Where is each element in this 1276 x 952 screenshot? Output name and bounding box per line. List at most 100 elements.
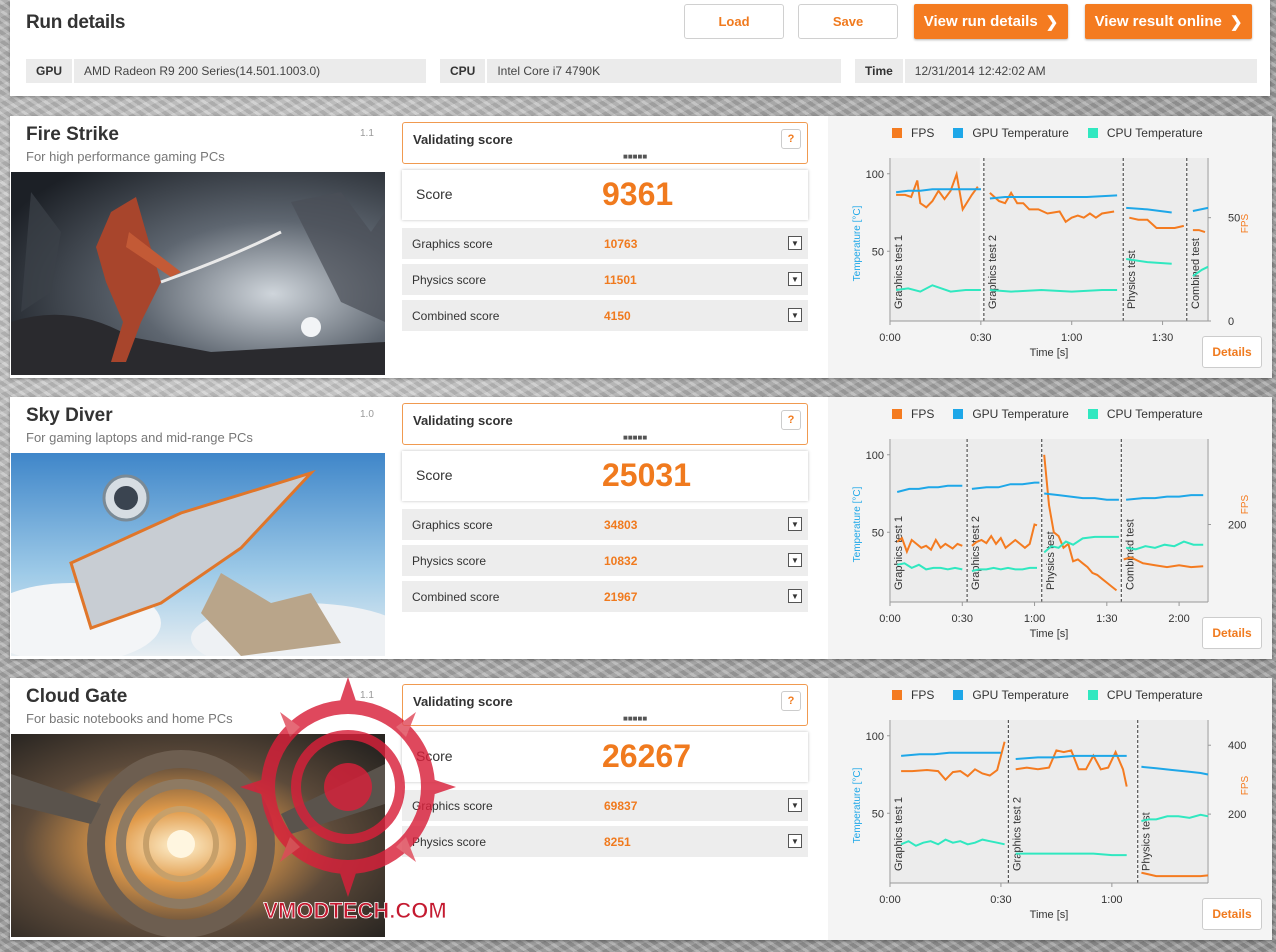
subscore-label: Combined score [412, 590, 500, 604]
save-button[interactable]: Save [798, 4, 898, 39]
monitoring-chart-panel: FPS GPU Temperature CPU Temperature Grap… [828, 397, 1272, 659]
expand-dropdown-icon[interactable]: ▼ [788, 589, 802, 603]
y2-tick-label: 50 [1228, 213, 1240, 225]
subscore-value: 10763 [604, 237, 638, 251]
x-tick-label: 0:00 [879, 613, 900, 625]
validating-score-box: Validating score ? ■■■■■ [402, 403, 808, 445]
y2-tick-label: 400 [1228, 740, 1246, 752]
benchmark-version: 1.0 [360, 409, 374, 420]
physics-score-row[interactable]: Physics score 8251 ▼ [402, 826, 808, 857]
details-button[interactable]: Details [1202, 617, 1262, 649]
overall-score-value: 25031 [602, 457, 691, 493]
overall-score-box: Score 26267 [402, 732, 808, 782]
time-value: 12/31/2014 12:42:02 AM [904, 59, 1257, 83]
cpu-value: Intel Core i7 4790K [487, 59, 842, 83]
progress-dots: ■■■■■ [623, 152, 648, 161]
benchmark-name: Cloud Gate [26, 686, 128, 707]
y-axis-label: Temperature [°C] [852, 486, 863, 562]
cloud-gate-image [11, 734, 385, 937]
y2-tick-label: 200 [1228, 520, 1246, 532]
subscore-value: 69837 [604, 799, 638, 813]
expand-dropdown-icon[interactable]: ▼ [788, 834, 802, 848]
y-tick-label: 50 [872, 527, 884, 539]
benchmark-description: For basic notebooks and home PCs [26, 711, 233, 726]
subscore-label: Graphics score [412, 518, 493, 532]
overall-score-box: Score 25031 [402, 451, 808, 501]
overall-score-value: 9361 [602, 176, 674, 212]
y-tick-label: 50 [872, 808, 884, 820]
validating-label: Validating score [413, 132, 513, 147]
x-tick-label: 0:30 [952, 613, 973, 625]
overall-score-box: Score 9361 [402, 170, 808, 220]
cpu-info: CPU Intel Core i7 4790K [440, 59, 842, 83]
help-button[interactable]: ? [781, 691, 801, 711]
physics-score-row[interactable]: Physics score 11501 ▼ [402, 264, 808, 295]
x-axis-label: Time [s] [1030, 347, 1069, 359]
expand-dropdown-icon[interactable]: ▼ [788, 236, 802, 250]
expand-dropdown-icon[interactable]: ▼ [788, 272, 802, 286]
subscore-label: Physics score [412, 835, 487, 849]
expand-dropdown-icon[interactable]: ▼ [788, 798, 802, 812]
benchmark-name: Fire Strike [26, 124, 119, 145]
segment-label: Graphics test 1 [893, 235, 905, 309]
subscore-label: Graphics score [412, 799, 493, 813]
y-tick-label: 50 [872, 246, 884, 258]
time-label: Time [855, 59, 905, 83]
x-tick-label: 1:00 [1024, 613, 1045, 625]
segment-label: Physics test [1045, 531, 1057, 590]
validating-score-box: Validating score ? ■■■■■ [402, 122, 808, 164]
segment-label: Combined test [1124, 519, 1136, 590]
view-result-online-label: View result online [1094, 13, 1222, 30]
gpu-label: GPU [26, 59, 75, 83]
validating-label: Validating score [413, 694, 513, 709]
monitoring-chart-panel: FPS GPU Temperature CPU Temperature Grap… [828, 116, 1272, 378]
y-tick-label: 100 [866, 731, 884, 743]
details-button[interactable]: Details [1202, 898, 1262, 930]
test-segment-bg [891, 720, 1008, 883]
subscore-value: 4150 [604, 309, 631, 323]
expand-dropdown-icon[interactable]: ▼ [788, 553, 802, 567]
subscore-label: Physics score [412, 273, 487, 287]
validating-label: Validating score [413, 413, 513, 428]
benchmark-name: Sky Diver [26, 405, 113, 426]
expand-dropdown-icon[interactable]: ▼ [788, 517, 802, 531]
view-run-details-button[interactable]: View run details ❯ [914, 4, 1068, 39]
details-button[interactable]: Details [1202, 336, 1262, 368]
help-button[interactable]: ? [781, 129, 801, 149]
subscore-label: Combined score [412, 309, 500, 323]
x-tick-label: 1:00 [1101, 894, 1122, 906]
x-tick-label: 0:30 [970, 332, 991, 344]
graphics-score-row[interactable]: Graphics score 34803 ▼ [402, 509, 808, 540]
test-segment-bg [1009, 720, 1137, 883]
y-axis-label: Temperature [°C] [852, 205, 863, 281]
x-tick-label: 0:30 [990, 894, 1011, 906]
gpu-value: AMD Radeon R9 200 Series(14.501.1003.0) [74, 59, 427, 83]
validating-score-box: Validating score ? ■■■■■ [402, 684, 808, 726]
combined-score-row[interactable]: Combined score 21967 ▼ [402, 581, 808, 612]
y2-axis-label: FPS [1240, 494, 1251, 514]
x-tick-label: 2:00 [1168, 613, 1189, 625]
physics-score-row[interactable]: Physics score 10832 ▼ [402, 545, 808, 576]
graphics-score-row[interactable]: Graphics score 10763 ▼ [402, 228, 808, 259]
help-button[interactable]: ? [781, 410, 801, 430]
benchmark-description: For gaming laptops and mid-range PCs [26, 430, 253, 445]
subscore-value: 34803 [604, 518, 638, 532]
combined-score-row[interactable]: Combined score 4150 ▼ [402, 300, 808, 331]
subscore-label: Graphics score [412, 237, 493, 251]
time-info: Time 12/31/2014 12:42:02 AM [855, 59, 1257, 83]
subscore-value: 11501 [604, 273, 637, 287]
chevron-right-icon: ❯ [1045, 13, 1059, 31]
y-tick-label: 100 [866, 169, 884, 181]
fire-strike-image [11, 172, 385, 375]
segment-label: Graphics test 1 [893, 797, 905, 871]
load-button[interactable]: Load [684, 4, 784, 39]
view-result-online-button[interactable]: View result online ❯ [1085, 4, 1252, 39]
graphics-score-row[interactable]: Graphics score 69837 ▼ [402, 790, 808, 821]
y2-axis-label: FPS [1240, 775, 1251, 795]
segment-label: Graphics test 2 [987, 235, 999, 309]
y-tick-label: 100 [866, 450, 884, 462]
sky-diver-image [11, 453, 385, 656]
expand-dropdown-icon[interactable]: ▼ [788, 308, 802, 322]
score-label: Score [416, 748, 453, 764]
x-axis-label: Time [s] [1030, 628, 1069, 640]
